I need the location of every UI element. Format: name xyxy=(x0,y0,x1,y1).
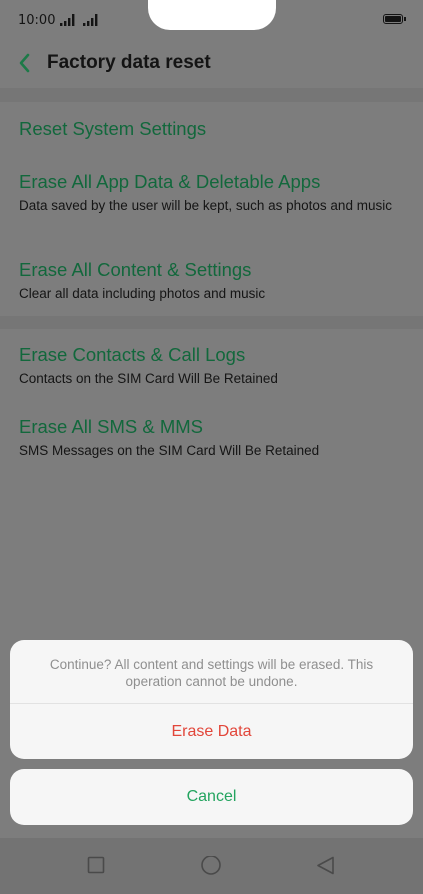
option-erase-all-content[interactable]: Erase All Content & Settings Clear all d… xyxy=(19,259,403,302)
display-notch xyxy=(148,0,276,30)
page-title: Factory data reset xyxy=(47,52,211,73)
option-title: Erase All Content & Settings xyxy=(19,259,252,280)
option-subtitle: Data saved by the user will be kept, suc… xyxy=(19,198,392,213)
option-title: Reset System Settings xyxy=(19,118,207,139)
screen: 10:00 Factory data reset Reset System Se… xyxy=(0,0,423,894)
option-subtitle: Contacts on the SIM Card Will Be Retaine… xyxy=(19,371,278,386)
battery-icon xyxy=(383,14,403,24)
section-divider xyxy=(0,316,423,329)
option-subtitle: Clear all data including photos and musi… xyxy=(19,286,266,301)
reset-options-group: Reset System Settings Erase All App Data… xyxy=(0,102,423,316)
option-erase-app-data[interactable]: Erase All App Data & Deletable Apps Data… xyxy=(19,171,403,214)
chevron-left-icon[interactable] xyxy=(16,50,34,76)
section-divider xyxy=(0,88,423,102)
confirm-dialog: Continue? All content and settings will … xyxy=(10,640,413,759)
circle-icon[interactable] xyxy=(200,856,222,878)
dialog-message: Continue? All content and settings will … xyxy=(49,657,374,689)
option-erase-sms[interactable]: Erase All SMS & MMS SMS Messages on the … xyxy=(19,416,403,459)
app-header: Factory data reset xyxy=(0,42,423,88)
signal-icon-secondary xyxy=(83,14,98,26)
square-icon[interactable] xyxy=(87,856,105,874)
cancel-button[interactable]: Cancel xyxy=(10,769,413,825)
option-reset-system-settings[interactable]: Reset System Settings xyxy=(19,118,403,140)
option-subtitle: SMS Messages on the SIM Card Will Be Ret… xyxy=(19,443,320,458)
option-title: Erase Contacts & Call Logs xyxy=(19,344,246,365)
erase-options-group: Erase Contacts & Call Logs Contacts on t… xyxy=(0,329,423,473)
option-title: Erase All SMS & MMS xyxy=(19,416,204,437)
option-title: Erase All App Data & Deletable Apps xyxy=(19,171,321,192)
navigation-bar xyxy=(0,838,423,894)
status-time: 10:00 xyxy=(18,13,56,28)
erase-data-button[interactable]: Erase Data xyxy=(10,704,413,759)
status-bar: 10:00 xyxy=(0,0,423,42)
signal-icon xyxy=(60,14,75,26)
battery-tip xyxy=(404,17,406,21)
triangle-back-icon[interactable] xyxy=(316,856,336,876)
option-erase-contacts[interactable]: Erase Contacts & Call Logs Contacts on t… xyxy=(19,344,403,387)
